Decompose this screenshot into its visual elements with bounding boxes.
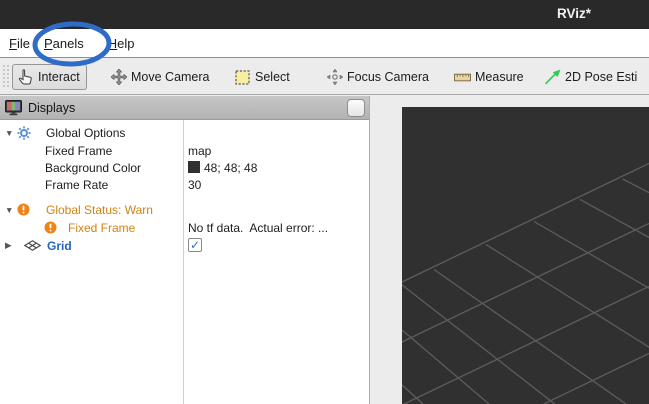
window-titlebar[interactable]: RViz*	[0, 0, 649, 29]
grid-enabled-checkbox[interactable]: ✓	[188, 238, 202, 252]
row-label[interactable]: Global Options	[46, 126, 125, 140]
expander-closed-icon[interactable]: ▶	[5, 240, 12, 251]
expander-open-icon[interactable]: ▼	[5, 128, 13, 138]
displays-panel: Displays ▼ Global Options	[0, 96, 370, 404]
tree-row-global-options[interactable]: ▼ Global Options	[0, 124, 369, 141]
window-title: RViz*	[557, 6, 591, 21]
tree-row-fixed-frame[interactable]: Fixed Frame map	[0, 142, 369, 159]
row-label[interactable]: Fixed Frame	[68, 221, 135, 235]
displays-tree: ▼ Global Options Fixed Frame map	[0, 120, 369, 404]
focus-camera-tool-button[interactable]: Focus Camera	[326, 64, 429, 90]
row-label[interactable]: Frame Rate	[45, 178, 108, 192]
pose-estimate-tool-button[interactable]: 2D Pose Esti	[544, 64, 637, 90]
row-label[interactable]: Fixed Frame	[45, 144, 112, 158]
hand-cursor-icon	[17, 69, 34, 86]
grid-display-icon	[24, 240, 41, 251]
row-label[interactable]: Grid	[47, 239, 72, 253]
warning-icon	[44, 221, 57, 234]
grid-floor	[402, 107, 649, 404]
measure-tool-label: Measure	[475, 70, 524, 84]
menu-bar: File Panels Help	[0, 29, 649, 58]
pose-arrow-icon	[544, 69, 561, 86]
move-camera-tool-button[interactable]: Move Camera	[110, 64, 210, 90]
pose-estimate-tool-label: 2D Pose Esti	[565, 70, 637, 84]
select-tool-button[interactable]: Select	[234, 64, 290, 90]
checkmark-icon: ✓	[190, 238, 200, 252]
tree-row-background-color[interactable]: Background Color 48; 48; 48	[0, 159, 369, 176]
tree-row-fixed-frame-warning[interactable]: Fixed Frame No tf data. Actual error: ..…	[0, 219, 369, 236]
render-viewport[interactable]	[402, 107, 649, 404]
row-label[interactable]: Background Color	[45, 161, 141, 175]
move-arrows-icon	[110, 69, 127, 86]
move-camera-tool-label: Move Camera	[131, 70, 210, 84]
tree-row-frame-rate[interactable]: Frame Rate 30	[0, 176, 369, 193]
color-swatch[interactable]	[188, 161, 200, 173]
menu-file[interactable]: File	[2, 32, 37, 55]
warning-icon	[17, 203, 30, 216]
toolbar-grip-handle[interactable]	[2, 64, 9, 89]
interact-tool-label: Interact	[38, 70, 80, 84]
displays-monitor-icon	[5, 100, 22, 116]
displays-panel-title: Displays	[28, 101, 75, 115]
rviz-window: { "window": { "title": "RViz*" }, "menu_…	[0, 0, 649, 404]
row-label[interactable]: Global Status: Warn	[46, 203, 153, 217]
background-color-value[interactable]: 48; 48; 48	[204, 161, 257, 175]
fixed-frame-value[interactable]: map	[188, 144, 211, 158]
tf-error-message: No tf data. Actual error: ...	[188, 221, 328, 235]
toolbar: Interact Move Camera Select Focus Camera	[0, 58, 649, 95]
frame-rate-value[interactable]: 30	[188, 178, 201, 192]
focus-camera-tool-label: Focus Camera	[347, 70, 429, 84]
selection-box-icon	[234, 69, 251, 86]
main-area: Displays ▼ Global Options	[0, 95, 649, 404]
expander-open-icon[interactable]: ▼	[5, 205, 13, 215]
interact-tool-button[interactable]: Interact	[12, 64, 87, 90]
ruler-icon	[454, 69, 471, 86]
select-tool-label: Select	[255, 70, 290, 84]
tree-row-grid[interactable]: ▶ Grid ✓	[0, 237, 369, 254]
gear-icon	[17, 126, 31, 140]
panel-float-button[interactable]	[347, 99, 365, 117]
menu-panels[interactable]: Panels	[37, 32, 91, 55]
focus-crosshair-icon	[326, 69, 343, 86]
displays-panel-header[interactable]: Displays	[0, 96, 369, 120]
menu-help[interactable]: Help	[101, 32, 142, 55]
measure-tool-button[interactable]: Measure	[454, 64, 524, 90]
tree-row-global-status[interactable]: ▼ Global Status: Warn	[0, 201, 369, 218]
